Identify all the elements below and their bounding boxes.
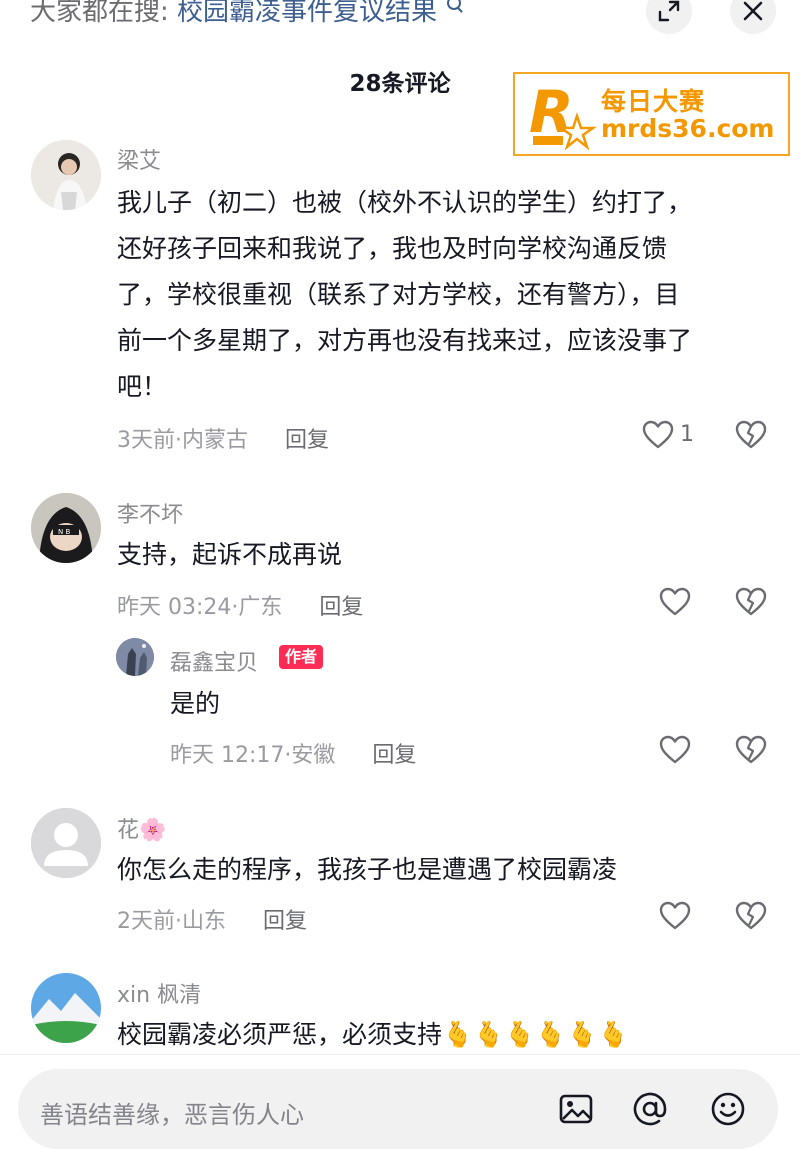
emoji-icon[interactable] (710, 1091, 746, 1127)
comment-text-line: 我儿子（初二）也被（校外不认识的学生）约打了， (117, 188, 693, 217)
image-icon[interactable] (558, 1091, 594, 1127)
avatar[interactable] (116, 638, 154, 676)
avatar[interactable] (31, 808, 101, 878)
avatar-photo-icon (31, 973, 101, 1043)
reply-username[interactable]: 磊鑫宝贝 (170, 645, 258, 677)
search-icon (447, 0, 462, 10)
trending-search-query[interactable]: 校园霸凌事件复议结果 (177, 0, 437, 27)
expand-icon (658, 0, 680, 22)
reply-location: 安徽 (291, 743, 336, 768)
comment-input[interactable]: 善语结善缘，恶言伤人心 (18, 1069, 778, 1149)
default-avatar-icon (31, 808, 101, 878)
comment-text-line: 了，学校很重视（联系了对方学校，还有警方），目 (117, 280, 680, 309)
comment-meta: 2天前·山东 回复 (117, 909, 308, 934)
comment-text-line: 前一个多星期了，对方再也没有找来过，应该没事了 (117, 326, 693, 355)
at-icon[interactable] (632, 1091, 668, 1127)
reply-button[interactable]: 回复 (372, 743, 416, 768)
heart-icon[interactable] (659, 587, 691, 617)
like-count: 1 (680, 422, 694, 447)
comment-text-line: 还好孩子回来和我说了，我也及时向学校沟通反馈 (117, 234, 668, 263)
svg-text:N B: N B (58, 528, 70, 536)
comment-username[interactable]: 梁艾 (117, 143, 161, 175)
comment-text-line: 校园霸凌必须严惩，必须支持🫰🫰🫰🫰🫰🫰 (117, 1020, 629, 1049)
reply-button[interactable]: 回复 (285, 428, 329, 453)
avatar[interactable] (31, 973, 101, 1043)
comment-text-line: 你怎么走的程序，我孩子也是遭遇了校园霸凌 (117, 855, 618, 884)
comment-username[interactable]: 李不坏 (117, 497, 183, 529)
trending-search-bar[interactable]: 大家都在搜: 校园霸凌事件复议结果 (30, 0, 462, 30)
author-badge: 作者 (279, 645, 324, 669)
heart-icon[interactable] (642, 420, 674, 450)
avatar[interactable]: N B (31, 493, 101, 563)
avatar[interactable] (31, 140, 101, 210)
heart-icon[interactable] (659, 735, 691, 765)
dislike-icon[interactable] (735, 420, 767, 450)
comment-location: 广东 (238, 595, 283, 620)
avatar-photo-icon: N B (31, 493, 101, 563)
reply-text: 是的 (170, 689, 221, 718)
comment-text: 你怎么走的程序，我孩子也是遭遇了校园霸凌 (117, 847, 777, 893)
heart-icon[interactable] (659, 901, 691, 931)
close-button[interactable] (730, 0, 776, 34)
reply-meta: 昨天 12:17·安徽 回复 (170, 743, 417, 768)
comment-time: 2天前 (117, 909, 175, 934)
comment-text-line: 吧！ (117, 372, 168, 401)
comment-meta: 3天前·内蒙古 回复 (117, 428, 330, 453)
comment-text: 支持，起诉不成再说 (117, 532, 777, 578)
comment-input-placeholder: 善语结善缘，恶言伤人心 (40, 1101, 304, 1129)
comment-time: 昨天 03:24 (117, 595, 232, 620)
dislike-icon[interactable] (735, 901, 767, 931)
reply-button[interactable]: 回复 (263, 909, 307, 934)
comment-meta: 昨天 03:24·广东 回复 (117, 595, 364, 620)
avatar-photo-icon (116, 638, 154, 676)
comment-location: 山东 (182, 909, 227, 934)
trending-search-prefix: 大家都在搜: (30, 0, 169, 27)
comment-username[interactable]: xin 枫清 (117, 977, 201, 1009)
reply-time: 昨天 12:17 (170, 743, 285, 768)
watermark-r-icon: R (529, 80, 597, 150)
comment-username[interactable]: 花🌸 (117, 812, 166, 844)
watermark-logo: R 每日大赛 mrds36.com (513, 72, 790, 156)
comment-input-bar: 善语结善缘，恶言伤人心 (0, 1054, 800, 1149)
comment-text: 我儿子（初二）也被（校外不认识的学生）约打了， 还好孩子回来和我说了，我也及时向… (117, 180, 777, 410)
comment-text-line: 支持，起诉不成再说 (117, 540, 343, 569)
comment-time: 3天前 (117, 428, 175, 453)
watermark-name: 每日大赛 (601, 87, 706, 116)
close-icon (743, 1, 763, 21)
watermark-site: mrds36.com (601, 114, 775, 143)
expand-button[interactable] (646, 0, 692, 34)
avatar-photo-icon (31, 140, 101, 210)
reply-button[interactable]: 回复 (319, 595, 363, 620)
comment-text: 校园霸凌必须严惩，必须支持🫰🫰🫰🫰🫰🫰 (117, 1012, 777, 1058)
dislike-icon[interactable] (735, 587, 767, 617)
comment-location: 内蒙古 (182, 428, 249, 453)
dislike-icon[interactable] (735, 735, 767, 765)
